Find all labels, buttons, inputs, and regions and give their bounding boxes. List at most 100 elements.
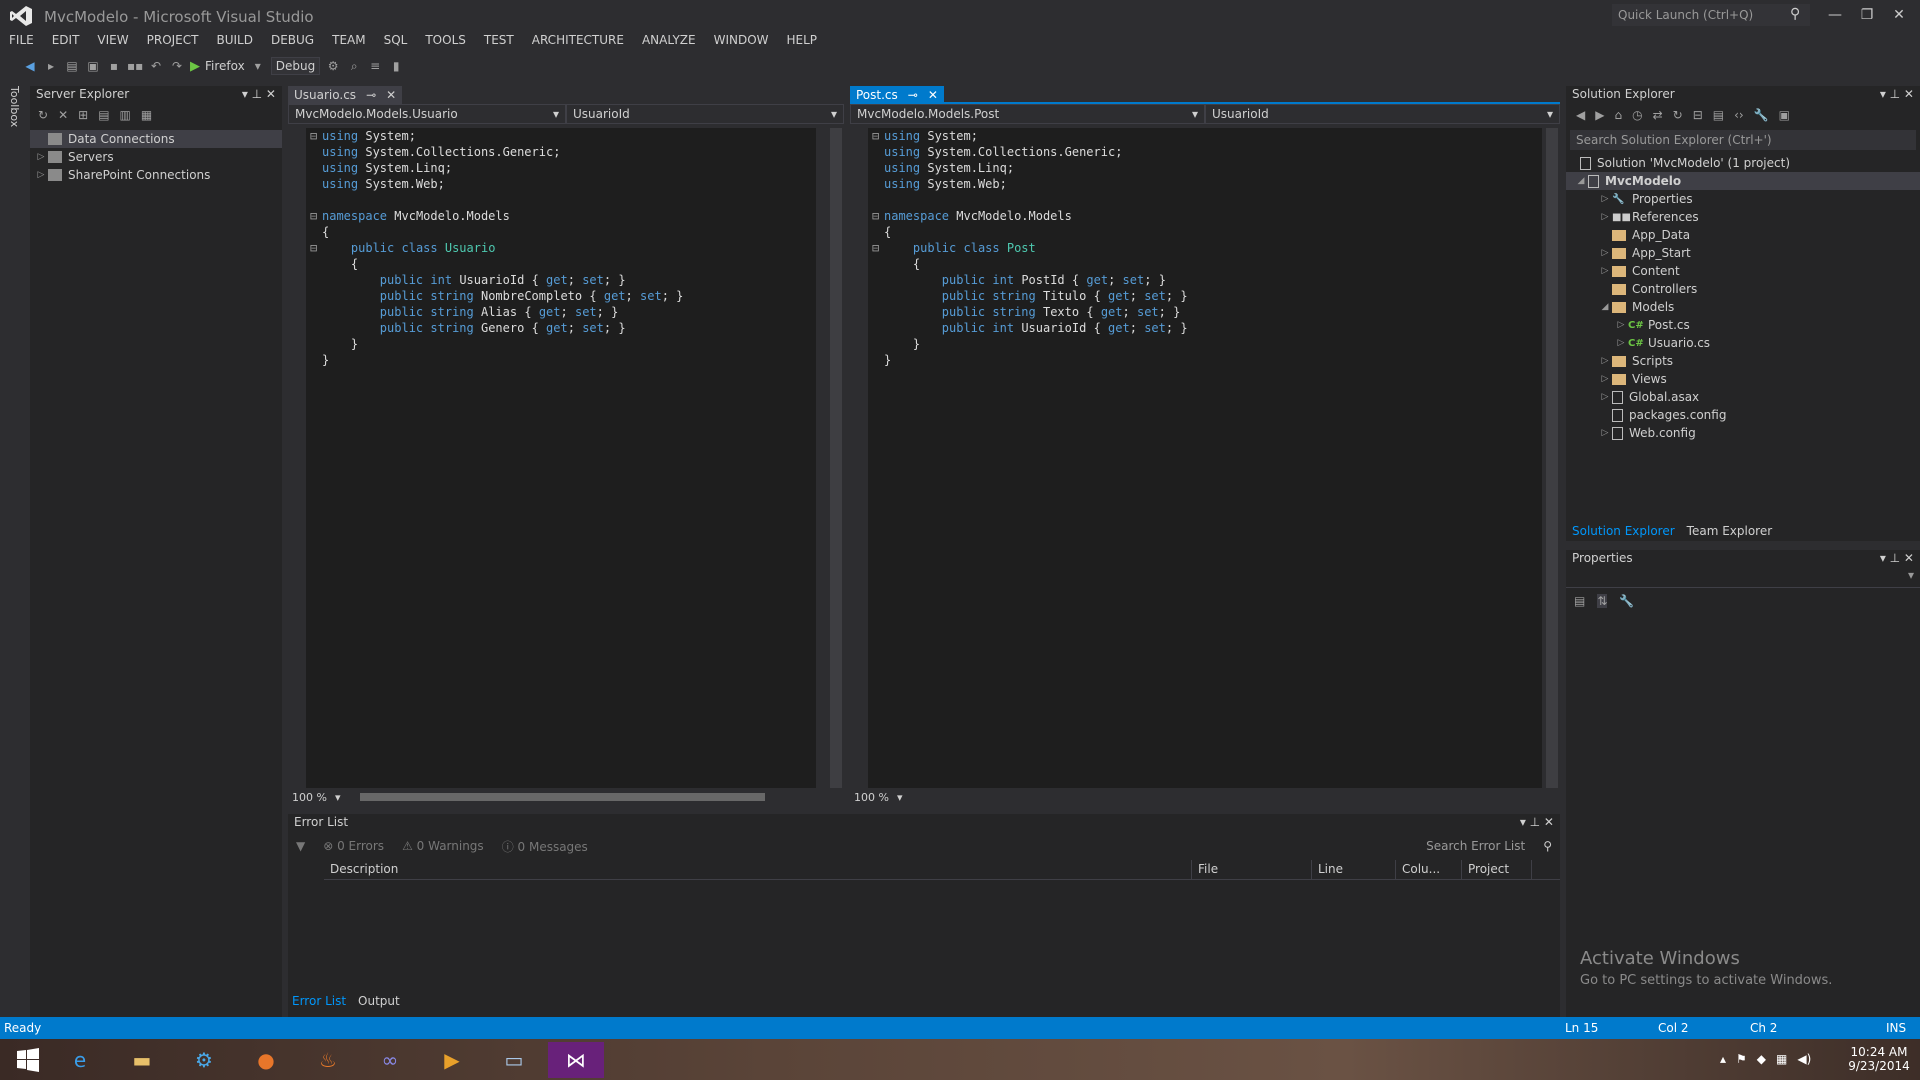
forward-icon[interactable]: ▶ [1595, 108, 1604, 126]
search-icon[interactable]: ⚲ [1790, 6, 1800, 22]
attach-icon[interactable]: ⚙ [325, 58, 341, 74]
back-icon[interactable]: ◀ [22, 58, 38, 74]
menu-team[interactable]: TEAM [323, 30, 374, 52]
code-editor[interactable]: ⊟ using System; using System.Collections.G… [868, 128, 1542, 788]
start-button[interactable] [0, 1042, 56, 1078]
comment-icon[interactable]: ≡ [367, 58, 383, 74]
collapse-icon[interactable]: ⊟ [872, 240, 884, 256]
expand-icon[interactable]: ▷ [1598, 428, 1612, 438]
undo-icon[interactable]: ↶ [148, 58, 164, 74]
menu-tools[interactable]: TOOLS [416, 30, 475, 52]
error-search-input[interactable]: Search Error List [1426, 839, 1525, 853]
refresh-icon[interactable]: ↻ [38, 108, 48, 126]
media-player-icon[interactable]: ▶ [424, 1042, 480, 1078]
solution-item[interactable]: Controllers [1566, 280, 1920, 298]
code-editor[interactable]: ⊟ using System; using System.Collections.G… [306, 128, 816, 788]
expand-icon[interactable]: ▷ [34, 170, 48, 180]
open-file-icon[interactable]: ▣ [85, 58, 101, 74]
column-column[interactable]: Colu... [1396, 860, 1462, 879]
expand-icon[interactable]: ▷ [1598, 356, 1612, 366]
column-project[interactable]: Project [1462, 860, 1532, 879]
close-icon[interactable]: ✕ [386, 88, 396, 102]
connect-server-icon[interactable]: ▤ [98, 108, 109, 126]
solution-item[interactable]: ▷ App_Start [1566, 244, 1920, 262]
save-icon[interactable]: ▪ [106, 58, 122, 74]
menu-window[interactable]: WINDOW [705, 30, 778, 52]
chevron-down-icon[interactable]: ▾ [897, 791, 903, 804]
horizontal-scrollbar[interactable] [360, 793, 766, 801]
menu-file[interactable]: FILE [0, 30, 43, 52]
history-icon[interactable]: ◷ [1632, 108, 1642, 126]
zoom-level[interactable]: 100 % [854, 791, 889, 804]
expand-icon[interactable]: ▷ [1614, 320, 1628, 330]
sql-management-icon[interactable]: ⚙ [176, 1042, 232, 1078]
class-dropdown[interactable]: MvcModelo.Models.Post ▾ [850, 104, 1205, 124]
solution-item[interactable]: ▷ 🔧 Properties [1566, 190, 1920, 208]
solution-node[interactable]: Solution 'MvcModelo' (1 project) [1566, 154, 1920, 172]
remote-desktop-icon[interactable]: ▭ [486, 1042, 542, 1078]
tree-item-data-connections[interactable]: Data Connections [30, 130, 282, 148]
tab-usuario-cs[interactable]: Usuario.cs ⊸ ✕ [288, 86, 403, 104]
solution-item[interactable]: ▷ C# Post.cs [1566, 316, 1920, 334]
save-all-icon[interactable]: ▪▪ [127, 58, 143, 74]
tab-solution-explorer[interactable]: Solution Explorer [1572, 524, 1675, 538]
expanded-icon[interactable]: ◢ [1598, 302, 1612, 312]
solution-item[interactable]: ▷ Scripts [1566, 352, 1920, 370]
quick-launch-input[interactable]: Quick Launch (Ctrl+Q) [1612, 4, 1810, 26]
view-code-icon[interactable]: ‹› [1734, 108, 1744, 126]
solution-search-input[interactable]: Search Solution Explorer (Ctrl+') [1570, 130, 1916, 150]
dropbox-icon[interactable]: ◆ [1757, 1052, 1766, 1066]
firefox-icon[interactable]: ● [238, 1042, 294, 1078]
collapse-icon[interactable]: ⊟ [872, 128, 884, 144]
new-project-icon[interactable]: ▤ [64, 58, 80, 74]
configuration-select[interactable]: Debug [270, 57, 321, 75]
internet-explorer-icon[interactable]: e [52, 1042, 108, 1078]
chevron-down-icon[interactable]: ▾ [250, 58, 266, 74]
close-window-button[interactable]: ✕ [1884, 4, 1914, 26]
chevron-down-icon[interactable]: ▾ [335, 791, 341, 804]
panel-controls[interactable]: ▾ ⊥ ✕ [242, 87, 276, 103]
column-file[interactable]: File [1192, 860, 1312, 879]
expand-icon[interactable]: ▷ [34, 152, 48, 162]
member-dropdown[interactable]: UsuarioId ▾ [1205, 104, 1560, 124]
tree-item-servers[interactable]: ▷ Servers [30, 148, 282, 166]
expand-icon[interactable]: ▷ [1598, 212, 1612, 222]
preview-icon[interactable]: ▣ [1779, 108, 1790, 126]
menu-test[interactable]: TEST [475, 30, 523, 52]
flame-app-icon[interactable]: ♨ [300, 1042, 356, 1078]
panel-controls[interactable]: ▾ ⊥ ✕ [1520, 815, 1554, 831]
column-description[interactable]: Description [324, 860, 1192, 879]
bookmark-icon[interactable]: ▮ [388, 58, 404, 74]
tab-output[interactable]: Output [358, 994, 400, 1008]
project-node[interactable]: ◢ MvcModelo [1566, 172, 1920, 190]
warnings-filter-button[interactable]: ⚠ 0 Warnings [402, 839, 484, 853]
close-icon[interactable]: ✕ [928, 88, 938, 102]
forward-icon[interactable]: ▸ [43, 58, 59, 74]
menu-architecture[interactable]: ARCHITECTURE [523, 30, 633, 52]
collapse-icon[interactable]: ⊟ [872, 208, 884, 224]
solution-item[interactable]: ◢ Models [1566, 298, 1920, 316]
volume-icon[interactable]: ◀) [1797, 1052, 1811, 1066]
restore-button[interactable]: ❐ [1852, 4, 1882, 26]
messages-filter-button[interactable]: ⓘ 0 Messages [502, 838, 588, 855]
vertical-scrollbar[interactable] [1546, 128, 1558, 788]
alphabetical-icon[interactable]: ⇅ [1597, 594, 1608, 608]
panel-controls[interactable]: ▾ ⊥ ✕ [1880, 551, 1914, 567]
vertical-scrollbar[interactable] [830, 128, 842, 788]
properties-icon[interactable]: 🔧 [1754, 108, 1769, 126]
sync-icon[interactable]: ⇄ [1653, 108, 1663, 126]
start-debugging-icon[interactable]: ▶ [190, 59, 200, 74]
expand-icon[interactable]: ▷ [1614, 338, 1628, 348]
sharepoint-icon[interactable]: ▥ [120, 108, 131, 126]
menu-view[interactable]: VIEW [88, 30, 137, 52]
expand-icon[interactable]: ▷ [1598, 248, 1612, 258]
panel-controls[interactable]: ▾ ⊥ ✕ [1880, 87, 1914, 103]
menu-edit[interactable]: EDIT [43, 30, 89, 52]
show-all-files-icon[interactable]: ▤ [1713, 108, 1724, 126]
member-dropdown[interactable]: UsuarioId ▾ [566, 104, 844, 124]
show-hidden-icons-icon[interactable]: ▴ [1720, 1052, 1726, 1066]
network-icon[interactable]: ▦ [1776, 1052, 1787, 1066]
expand-icon[interactable]: ▷ [1598, 194, 1612, 204]
menu-project[interactable]: PROJECT [138, 30, 208, 52]
tab-post-cs[interactable]: Post.cs ⊸ ✕ [850, 86, 944, 104]
